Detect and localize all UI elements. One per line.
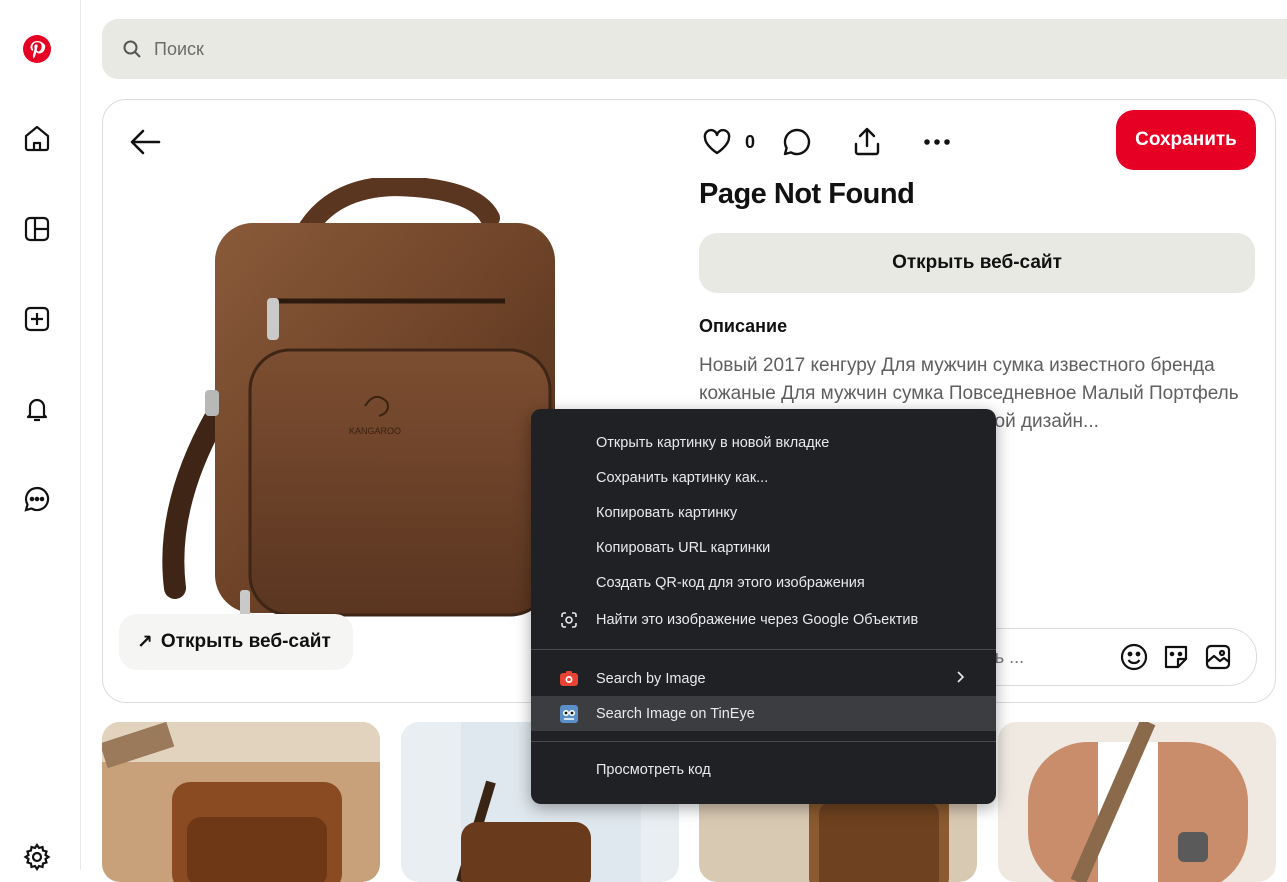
menu-separator	[531, 741, 996, 742]
tineye-icon	[559, 704, 579, 724]
image-open-site-label: Открыть веб-сайт	[160, 631, 331, 652]
google-lens-icon	[559, 610, 579, 630]
heart-icon[interactable]	[699, 124, 735, 160]
menu-item-save-image-as[interactable]: Сохранить картинку как...	[531, 460, 996, 495]
menu-item-search-tineye[interactable]: Search Image on TinEye	[531, 696, 996, 731]
arrow-up-right-icon: ↗	[137, 631, 153, 653]
home-icon[interactable]	[20, 121, 54, 155]
related-pin-1[interactable]	[102, 722, 380, 882]
menu-item-search-by-image[interactable]: Search by Image	[531, 661, 996, 696]
menu-item-create-qr-code[interactable]: Создать QR-код для этого изображения	[531, 565, 996, 600]
pinterest-logo-icon[interactable]	[20, 32, 54, 66]
menu-item-inspect[interactable]: Просмотреть код	[531, 752, 996, 787]
notifications-icon[interactable]	[20, 392, 54, 426]
image-open-site-chip[interactable]: ↗ Открыть веб-сайт	[119, 614, 353, 670]
messages-icon[interactable]	[20, 482, 54, 516]
save-button[interactable]: Сохранить	[1116, 110, 1256, 170]
camera-icon	[559, 669, 579, 689]
related-pin-4[interactable]	[998, 722, 1276, 882]
menu-item-google-lens[interactable]: Найти это изображение через Google Объек…	[531, 602, 996, 637]
menu-item-open-image-new-tab[interactable]: Открыть картинку в новой вкладке	[531, 425, 996, 460]
description-heading: Описание	[699, 316, 788, 336]
emoji-icon[interactable]	[1118, 641, 1150, 673]
image-upload-icon[interactable]	[1202, 641, 1234, 673]
search-input[interactable]	[152, 37, 956, 61]
open-website-button[interactable]: Открыть веб-сайт	[699, 233, 1255, 293]
chevron-right-icon	[956, 670, 966, 688]
search-bar[interactable]	[102, 19, 1287, 79]
comment-icon[interactable]	[779, 124, 815, 160]
menu-item-copy-image[interactable]: Копировать картинку	[531, 495, 996, 530]
more-options-icon[interactable]	[919, 124, 955, 160]
back-arrow-icon[interactable]	[125, 122, 165, 162]
share-icon[interactable]	[849, 124, 885, 160]
pin-title: Page Not Found	[699, 178, 915, 210]
like-count: 0	[745, 131, 756, 152]
menu-item-copy-image-url[interactable]: Копировать URL картинки	[531, 530, 996, 565]
menu-separator	[531, 649, 996, 650]
sticker-icon[interactable]	[1160, 641, 1192, 673]
svg-text:KANGAROO: KANGAROO	[349, 426, 401, 436]
settings-icon[interactable]	[20, 840, 54, 874]
pin-actions: 0	[699, 122, 955, 162]
sidebar	[0, 0, 81, 871]
create-icon[interactable]	[20, 302, 54, 336]
pin-image[interactable]: KANGAROO	[145, 175, 585, 618]
context-menu: Открыть картинку в новой вкладке Сохрани…	[531, 409, 996, 804]
boards-icon[interactable]	[20, 212, 54, 246]
search-icon	[123, 40, 141, 58]
